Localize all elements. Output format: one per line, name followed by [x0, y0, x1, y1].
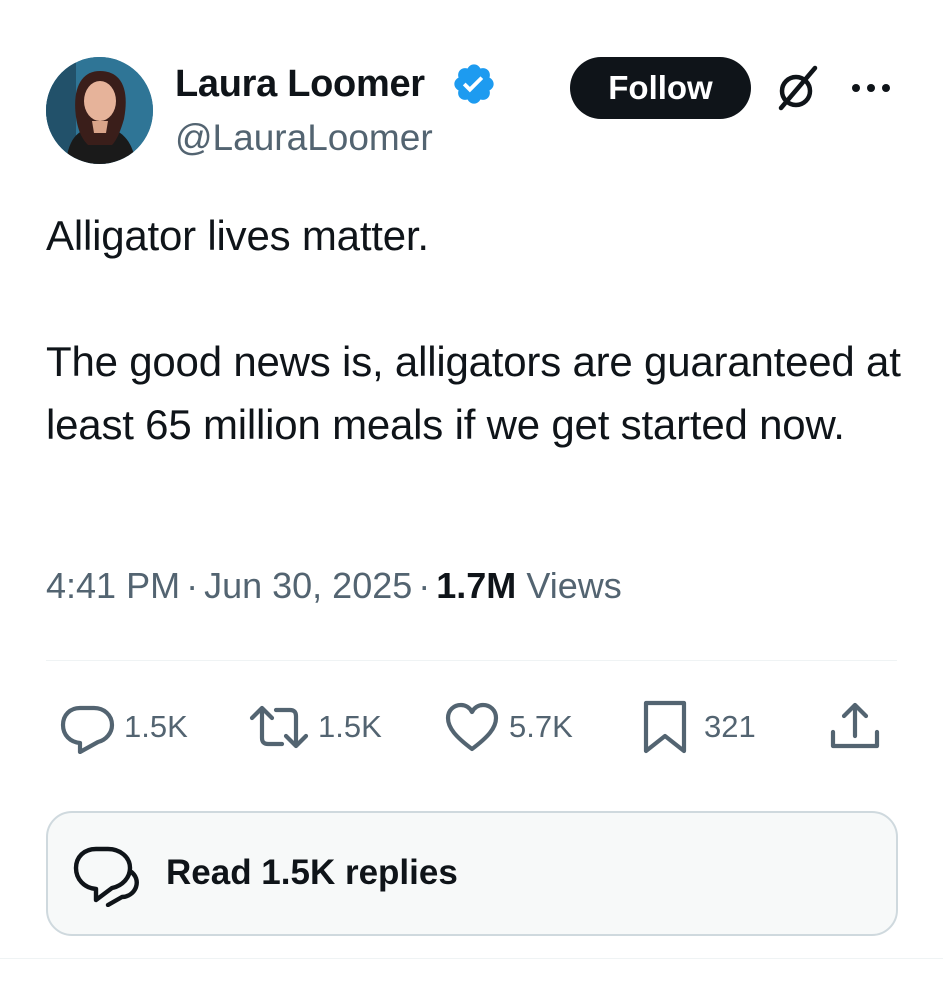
reply-count: 1.5K: [124, 709, 188, 744]
read-replies-label: Read 1.5K replies: [166, 853, 458, 892]
avatar[interactable]: [46, 57, 153, 164]
views-label: Views: [526, 565, 622, 606]
reply-bubble-icon: [73, 846, 139, 907]
more-icon[interactable]: [846, 70, 896, 106]
heart-icon: [445, 702, 499, 752]
tweet-paragraph: Alligator lives matter.: [46, 212, 429, 259]
verified-badge-icon: [454, 64, 494, 104]
repost-icon: [249, 705, 309, 749]
follow-button[interactable]: Follow: [570, 57, 751, 119]
like-count: 5.7K: [509, 709, 573, 744]
share-icon: [830, 702, 880, 749]
bookmark-button[interactable]: 321: [640, 700, 756, 754]
tweet-time[interactable]: 4:41 PM: [46, 565, 180, 606]
display-name[interactable]: Laura Loomer: [175, 62, 425, 106]
share-button[interactable]: [826, 700, 884, 754]
bookmark-count: 321: [704, 709, 756, 744]
repost-button[interactable]: 1.5K: [248, 700, 382, 754]
bookmark-icon: [643, 700, 687, 754]
separator: ·: [186, 565, 199, 606]
read-replies-button[interactable]: Read 1.5K replies: [46, 811, 898, 936]
tweet-meta: 4:41 PM · Jun 30, 2025 · 1.7M Views: [46, 562, 622, 610]
tweet-text: Alligator lives matter. The good news is…: [46, 204, 906, 456]
reply-button[interactable]: 1.5K: [58, 700, 188, 754]
divider: [0, 958, 943, 959]
repost-count: 1.5K: [318, 709, 382, 744]
tweet-date[interactable]: Jun 30, 2025: [204, 565, 412, 606]
tweet-paragraph: The good news is, alligators are guarant…: [46, 338, 901, 448]
author-handle[interactable]: @LauraLoomer: [175, 116, 433, 160]
views-count: 1.7M: [436, 565, 517, 606]
grok-icon[interactable]: [771, 62, 825, 116]
like-button[interactable]: 5.7K: [443, 700, 573, 754]
reply-icon: [60, 705, 115, 754]
separator: ·: [418, 565, 431, 606]
divider: [46, 660, 897, 661]
